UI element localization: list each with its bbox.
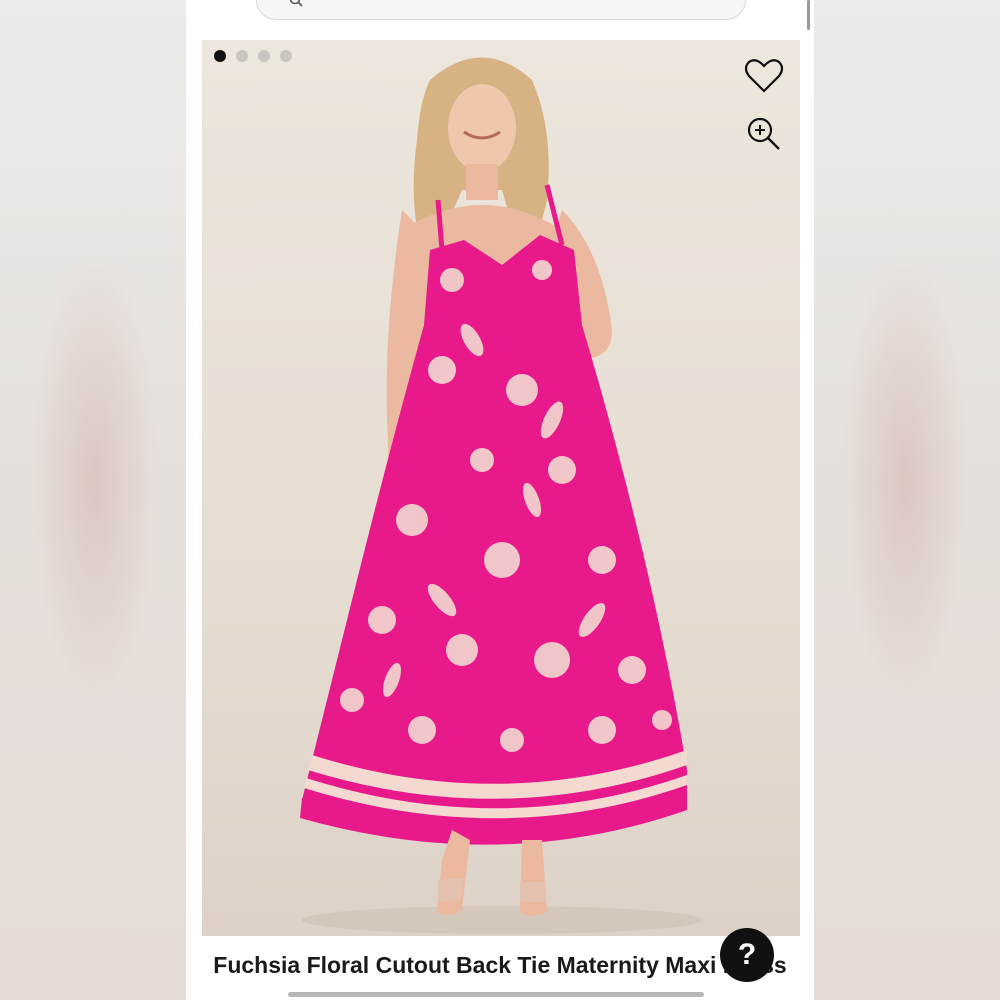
heart-icon <box>744 59 784 93</box>
home-indicator[interactable] <box>288 992 704 997</box>
product-image[interactable] <box>202 40 800 936</box>
model-illustration <box>300 57 702 934</box>
gallery-dot-4[interactable] <box>280 50 292 62</box>
gallery-dot-1[interactable] <box>214 50 226 62</box>
search-bar[interactable] <box>256 0 746 20</box>
zoom-button[interactable] <box>742 112 786 156</box>
question-icon: ? <box>737 938 757 971</box>
search-icon <box>289 0 303 7</box>
scrollbar[interactable] <box>807 0 810 30</box>
product-page: Fuchsia Floral Cutout Back Tie Maternity… <box>186 0 814 1000</box>
gallery-dot-3[interactable] <box>258 50 270 62</box>
favorite-button[interactable] <box>742 54 786 98</box>
gallery-dot-2[interactable] <box>236 50 248 62</box>
help-button[interactable]: ? <box>720 928 774 982</box>
zoom-in-icon <box>747 117 780 150</box>
gallery-dots <box>214 50 292 62</box>
